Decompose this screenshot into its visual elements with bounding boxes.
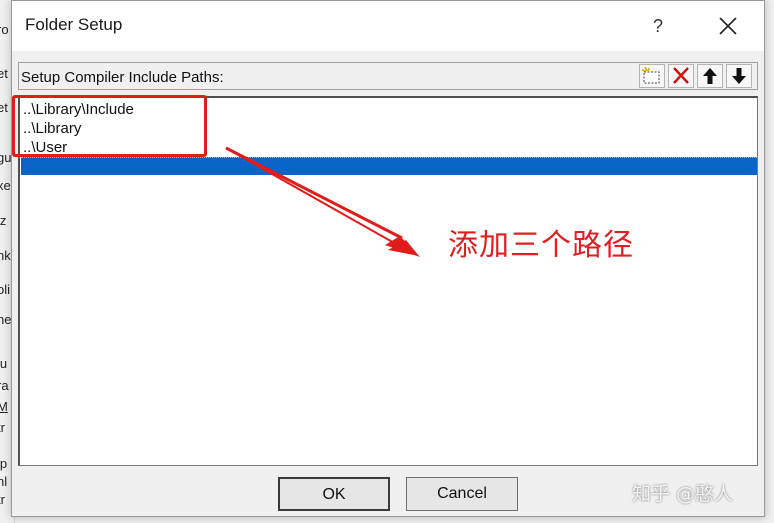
bg-fragment: et bbox=[0, 66, 8, 81]
bg-fragment: gu bbox=[0, 150, 12, 165]
close-button[interactable] bbox=[710, 9, 746, 43]
annotation-text: 添加三个路径 bbox=[448, 228, 634, 263]
bg-fragment: oli bbox=[0, 282, 11, 297]
cancel-label: Cancel bbox=[437, 485, 487, 502]
move-down-button[interactable] bbox=[726, 64, 752, 88]
title-bar: Folder Setup ? bbox=[12, 1, 764, 51]
bg-fragment: ip bbox=[0, 456, 8, 471]
delete-icon bbox=[673, 67, 689, 84]
new-folder-button[interactable] bbox=[639, 64, 665, 88]
section-label: Setup Compiler Include Paths: bbox=[21, 69, 224, 86]
watermark: 知乎 @憨人 bbox=[632, 483, 734, 505]
move-down-icon bbox=[732, 68, 746, 84]
bg-fragment: nk bbox=[0, 248, 11, 263]
delete-button[interactable] bbox=[668, 64, 694, 88]
highlight-box bbox=[12, 95, 207, 157]
bg-fragment: ra bbox=[0, 378, 9, 393]
close-icon bbox=[719, 17, 737, 35]
bg-fragment: ne bbox=[0, 312, 12, 327]
help-label: ? bbox=[652, 16, 663, 36]
bg-fragment: tr bbox=[0, 420, 5, 435]
help-button[interactable]: ? bbox=[640, 9, 676, 43]
ok-button[interactable]: OK bbox=[278, 477, 390, 511]
bg-fragment: et bbox=[0, 100, 8, 115]
cancel-button[interactable]: Cancel bbox=[406, 477, 518, 511]
bg-fragment: ro bbox=[0, 22, 9, 37]
bg-fragment: lu bbox=[0, 356, 8, 371]
bg-fragment: nl bbox=[0, 474, 8, 489]
dialog-title: Folder Setup bbox=[25, 15, 123, 34]
new-path-entry-row[interactable] bbox=[21, 157, 757, 175]
bg-fragment: tr bbox=[0, 492, 5, 507]
move-up-icon bbox=[703, 68, 717, 84]
folder-setup-dialog: Folder Setup ? Setup Compiler Include Pa… bbox=[11, 0, 765, 517]
bg-fragment: iz bbox=[0, 213, 7, 228]
bg-fragment: xe bbox=[0, 178, 11, 193]
new-folder-icon bbox=[641, 66, 660, 84]
move-up-button[interactable] bbox=[697, 64, 723, 88]
ok-label: OK bbox=[322, 486, 346, 503]
include-paths-header: Setup Compiler Include Paths: bbox=[18, 62, 758, 90]
bg-fragment: M bbox=[0, 399, 8, 414]
